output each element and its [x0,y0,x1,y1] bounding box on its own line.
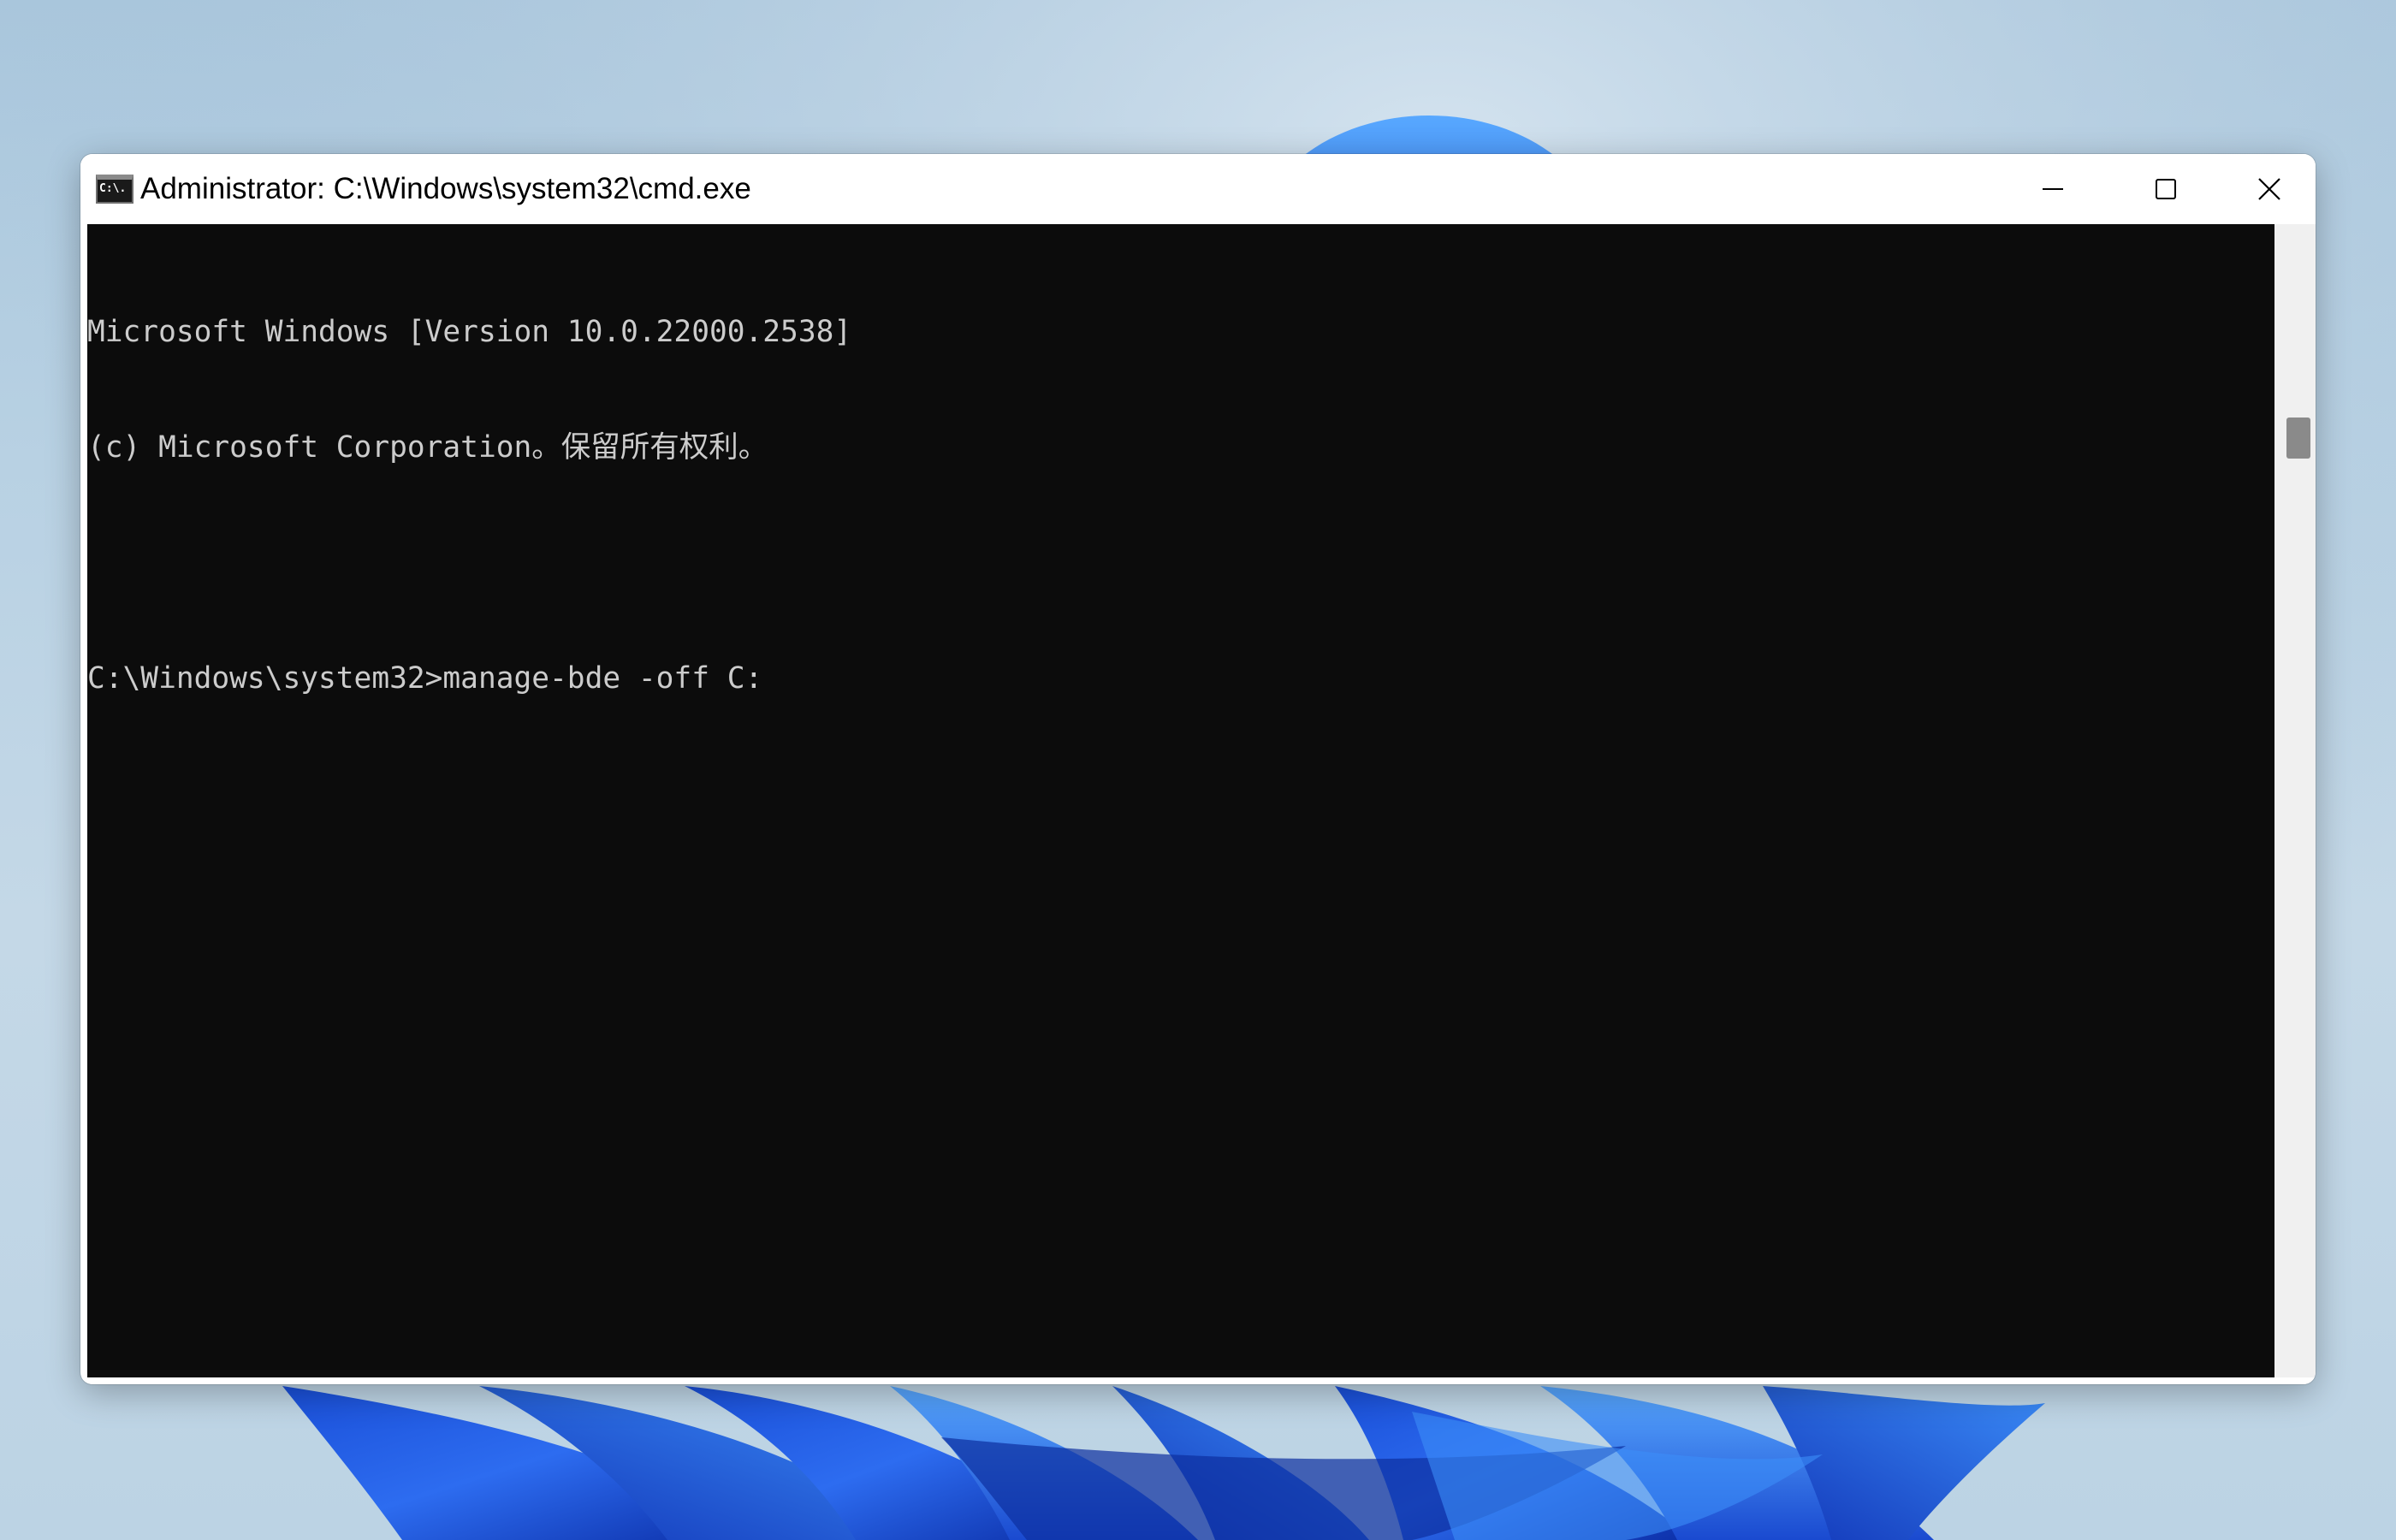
cmd-app-icon: C:\. [96,175,133,204]
maximize-button[interactable] [2110,154,2221,224]
console-line-version: Microsoft Windows [Version 10.0.22000.25… [87,315,852,349]
cmd-window[interactable]: C:\. Administrator: C:\Windows\system32\… [80,154,2316,1384]
console-line-command: C:\Windows\system32>manage-bde -off C: [87,661,763,696]
minimize-icon [2043,188,2063,190]
maximize-icon [2156,179,2176,199]
vertical-scrollbar[interactable] [2274,224,2316,1384]
console-text: Microsoft Windows [Version 10.0.22000.25… [87,236,851,775]
window-bottom-border [80,1377,2316,1384]
close-icon [2258,178,2280,200]
title-bar[interactable]: C:\. Administrator: C:\Windows\system32\… [80,154,2316,224]
console-line-copyright: (c) Microsoft Corporation。保留所有权利。 [87,430,768,465]
console-line-blank [87,544,851,583]
console-output-area[interactable]: Microsoft Windows [Version 10.0.22000.25… [87,224,2274,1377]
scrollbar-thumb[interactable] [2286,418,2310,459]
window-title: Administrator: C:\Windows\system32\cmd.e… [140,172,751,205]
minimize-button[interactable] [1997,154,2108,224]
close-button[interactable] [2223,154,2316,224]
